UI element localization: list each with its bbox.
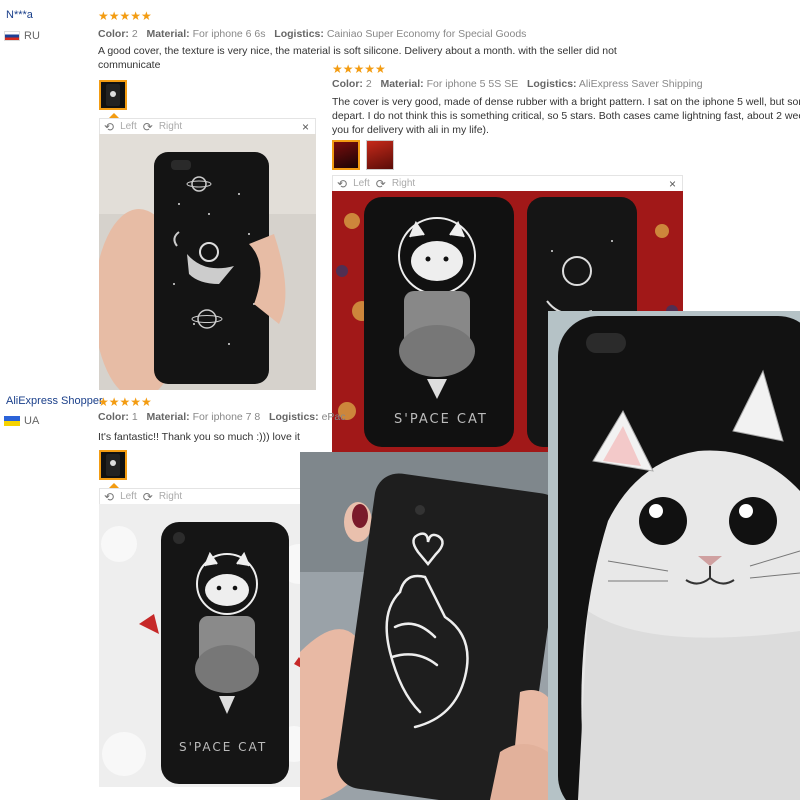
rotate-left-icon[interactable]: ⟲ (104, 120, 114, 134)
rotate-left-icon[interactable]: ⟲ (337, 177, 347, 191)
flag-ru-icon (4, 31, 20, 41)
review-photo-space-cat-white-fur[interactable]: S'PACE CAT (99, 504, 316, 787)
rotate-right-button[interactable]: Right (159, 121, 182, 132)
rotate-left-button[interactable]: Left (120, 491, 137, 502)
logistics-label: Logistics: (269, 411, 319, 423)
review-photo-thumbnail[interactable] (366, 140, 394, 170)
star-rating: ★★★★★ (98, 9, 152, 23)
logistics-value: AliExpress Saver Shipping (578, 78, 703, 90)
rotate-right-icon[interactable]: ⟳ (143, 490, 153, 504)
material-label: Material: (146, 28, 190, 40)
color-value: 2 (131, 28, 138, 40)
reviewer-country: UA (4, 415, 39, 427)
review-text: The cover is very good, made of dense ru… (332, 95, 800, 137)
rotate-left-button[interactable]: Left (353, 178, 370, 189)
color-value: 2 (365, 78, 372, 90)
flag-ua-icon (4, 416, 20, 426)
reviewer-country: RU (4, 30, 40, 42)
product-photo-peeking-cat-case[interactable] (548, 311, 800, 800)
material-value: For iphone 6 6s (192, 28, 266, 40)
star-rating: ★★★★★ (332, 62, 386, 76)
review-meta: Color: 2 Material: For iphone 5 5S SE Lo… (332, 78, 703, 90)
close-icon[interactable]: × (302, 120, 309, 134)
review-photo-space-astronaut[interactable] (99, 134, 316, 390)
review-meta: Color: 2 Material: For iphone 6 6s Logis… (98, 28, 526, 40)
color-label: Color: (98, 28, 129, 40)
rotate-right-icon[interactable]: ⟳ (376, 177, 386, 191)
close-icon[interactable]: × (669, 177, 676, 191)
review-photo-thumbnail[interactable] (99, 80, 127, 110)
rotate-left-button[interactable]: Left (120, 121, 137, 132)
review-meta: Color: 1 Material: For iphone 7 8 Logist… (98, 411, 346, 423)
color-label: Color: (98, 411, 129, 423)
logistics-value: Cainiao Super Economy for Special Goods (326, 28, 527, 40)
space-cat-caption: S'PACE CAT (394, 412, 488, 427)
color-value: 1 (131, 411, 138, 423)
material-value: For iphone 5 5S SE (426, 78, 519, 90)
rotate-right-button[interactable]: Right (392, 178, 415, 189)
space-cat-caption: S'PACE CAT (179, 740, 267, 754)
review-photo-thumbnail[interactable] (99, 450, 127, 480)
image-viewer-toolbar: ⟲ Left ⟳ Right × (332, 175, 683, 191)
reviewer-name: N***a (6, 9, 33, 21)
rotate-right-icon[interactable]: ⟳ (143, 120, 153, 134)
review-photo-thumbnail[interactable] (332, 140, 360, 170)
country-code: RU (24, 30, 40, 42)
logistics-value: ePac (321, 411, 346, 423)
image-viewer-toolbar: ⟲ Left ⟳ Right × (99, 118, 316, 134)
reviewer-name: AliExpress Shopper (6, 395, 103, 407)
rotate-left-icon[interactable]: ⟲ (104, 490, 114, 504)
material-value: For iphone 7 8 (192, 411, 261, 423)
review-text-content: The cover is very good, made of dense ru… (332, 96, 800, 136)
product-photo-finger-heart-case[interactable] (300, 452, 570, 800)
logistics-label: Logistics: (526, 78, 577, 90)
material-label: Material: (380, 78, 424, 90)
logistics-label: Logistics: (274, 28, 324, 40)
color-label: Color: (332, 78, 363, 90)
star-rating: ★★★★★ (98, 395, 152, 409)
rotate-right-button[interactable]: Right (159, 491, 182, 502)
image-viewer-toolbar: ⟲ Left ⟳ Right (99, 488, 316, 504)
country-code: UA (24, 415, 40, 427)
review-text: It's fantastic!! Thank you so much :))) … (98, 431, 300, 443)
material-label: Material: (146, 411, 190, 423)
